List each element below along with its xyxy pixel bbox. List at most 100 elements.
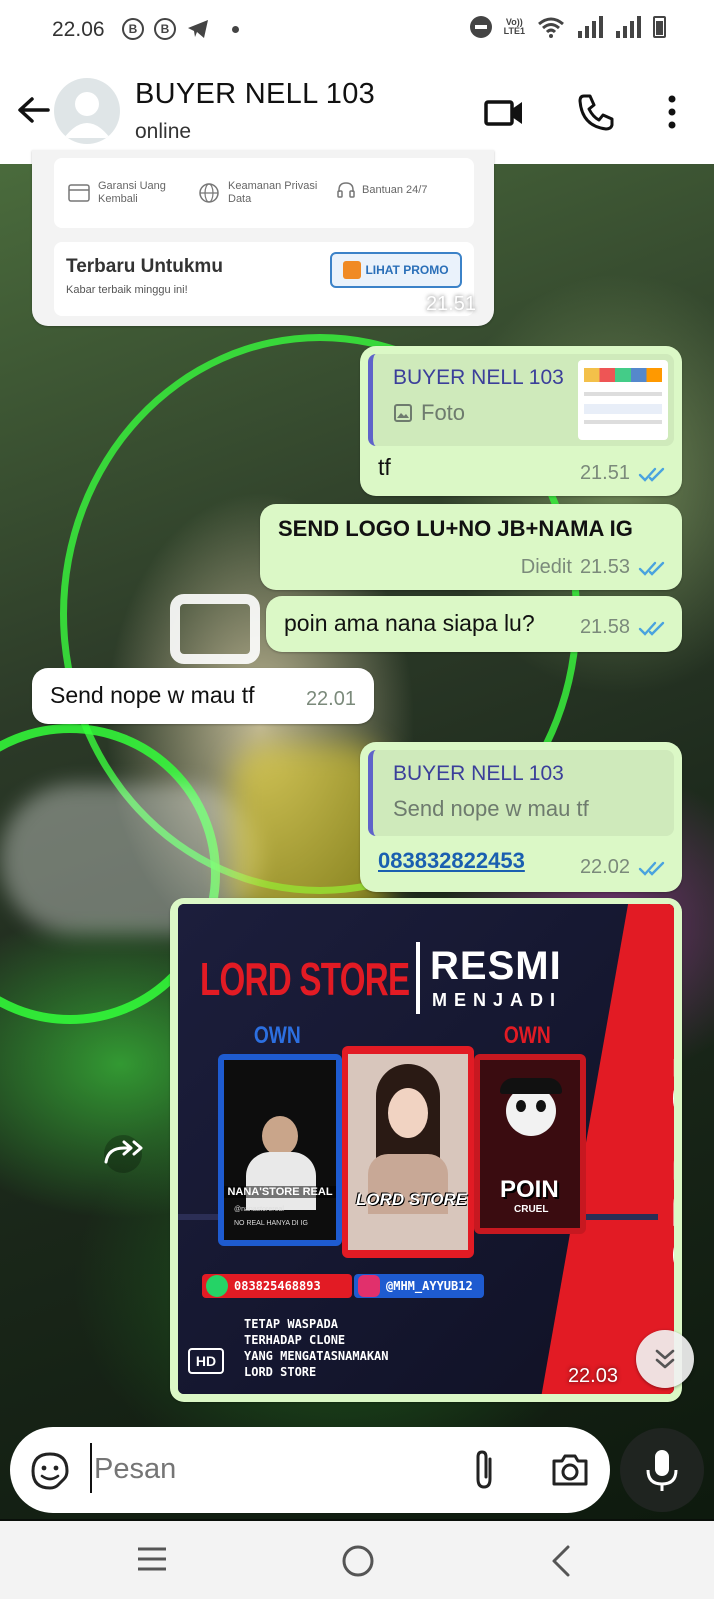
outgoing-message[interactable]: SEND LOGO LU+NO JB+NAMA IG Diedit 21.53 (260, 504, 682, 590)
promo-feature: Keamanan Privasi Data (198, 180, 328, 206)
quoted-thumbnail (578, 360, 668, 440)
message-time: 21.58 (579, 616, 630, 638)
owner-card-photo: POIN CRUEL (480, 1060, 580, 1228)
person-body (246, 1152, 316, 1210)
poster-subheadline: MENJADI (432, 990, 563, 1010)
card-icon (68, 184, 90, 202)
thumbnail-row (584, 404, 662, 414)
poster-instagram: @MHM_AYYUB12 (386, 1279, 473, 1293)
back-arrow-icon[interactable] (14, 90, 54, 130)
poster-warning: TETAP WASPADA TERHADAP CLONE YANG MENGAT… (244, 1316, 389, 1380)
message-meta: 22.01 (306, 688, 356, 711)
globe-icon (199, 183, 219, 203)
owner-card-handle: @nanastorereal (234, 1206, 284, 1213)
owner-card-photo: LORD STORE (348, 1054, 468, 1250)
image-message[interactable]: LORD STORE RESMI MENJADI OWN OWN NANA'ST… (170, 898, 682, 1402)
outgoing-message[interactable]: BUYER NELL 103 Send nope w mau tf 083832… (360, 742, 682, 892)
promo-feature-label: Garansi Uang Kembali (98, 180, 166, 205)
promo-feature-row: Garansi Uang Kembali Keamanan Privasi Da… (54, 158, 474, 228)
message-meta: 21.58 (580, 616, 668, 639)
sticker-icon[interactable] (30, 1451, 70, 1491)
thumbnail-row (584, 420, 662, 424)
voice-message-button[interactable] (620, 1428, 704, 1512)
read-ticks-icon (638, 467, 665, 482)
outgoing-message[interactable]: BUYER NELL 103 Foto tf 21.51 (360, 346, 682, 496)
lihat-promo-button[interactable]: LIHAT PROMO (330, 252, 462, 288)
outgoing-message[interactable]: poin ama nana siapa lu? 21.58 (266, 596, 682, 652)
hd-badge: HD (188, 1348, 224, 1374)
lihat-promo-label: LIHAT PROMO (365, 263, 449, 277)
message-meta: 21.51 (580, 462, 668, 485)
poster-warning-line: LORD STORE (244, 1365, 317, 1379)
promo-image-message[interactable]: Garansi Uang Kembali Keamanan Privasi Da… (32, 150, 494, 326)
incoming-message[interactable]: Send nope w mau tf 22.01 (32, 668, 374, 724)
scroll-to-bottom-button[interactable] (636, 1330, 694, 1388)
message-time: 22.03 (567, 1365, 618, 1387)
message-text: tf (378, 454, 391, 480)
battery-icon (653, 16, 666, 38)
message-input[interactable] (94, 1447, 434, 1491)
signal-icon (616, 16, 641, 38)
forward-icon[interactable] (100, 1134, 146, 1174)
quoted-message[interactable]: BUYER NELL 103 Foto (368, 354, 674, 446)
phone-link[interactable]: 083832822453 (378, 848, 525, 874)
instagram-pill: @MHM_AYYUB12 (354, 1274, 484, 1298)
gift-icon (343, 261, 362, 279)
contact-name[interactable]: BUYER NELL 103 (135, 78, 375, 111)
attach-icon[interactable] (466, 1449, 502, 1491)
quoted-message[interactable]: BUYER NELL 103 Send nope w mau tf (368, 750, 674, 836)
photo-icon (394, 404, 412, 422)
read-ticks-icon (638, 861, 665, 876)
camera-icon[interactable] (550, 1451, 590, 1489)
poster-warning-line: YANG MENGATASNAMAKAN (244, 1349, 389, 1363)
dnd-icon (469, 16, 492, 38)
volte-line2: LTE1 (503, 26, 525, 36)
owner-card-name: NANA'STORE REAL (224, 1186, 336, 1198)
double-chevron-down-icon (655, 1349, 675, 1369)
thumbnail-row (584, 392, 662, 396)
recent-apps-icon[interactable] (134, 1543, 170, 1575)
telegram-icon (188, 20, 208, 38)
message-meta: 22.02 (580, 856, 668, 879)
owner-card-right: POIN CRUEL (474, 1054, 586, 1234)
message-text: SEND LOGO LU+NO JB+NAMA IG (278, 516, 633, 541)
message-time: 21.53 (579, 556, 630, 578)
nav-back-icon[interactable] (546, 1541, 578, 1581)
poster-phone: 083825468893 (234, 1279, 321, 1293)
more-options-icon[interactable] (650, 90, 694, 134)
poster-headline: RESMI (430, 944, 562, 988)
owner-card-name: LORD STORE (356, 1190, 468, 1209)
default-avatar-icon (64, 92, 110, 138)
poster-warning-line: TERHADAP CLONE (244, 1333, 346, 1347)
status-time: 22.06 (52, 18, 105, 41)
text-cursor (90, 1443, 92, 1493)
b-icon: B (154, 18, 176, 40)
mask-eye (516, 1100, 526, 1112)
mic-icon (646, 1450, 678, 1491)
promo-news-card: Terbaru Untukmu Kabar terbaik minggu ini… (54, 242, 474, 316)
message-text: poin ama nana siapa lu? (284, 610, 535, 636)
promo-feature: Bantuan 24/7 (336, 180, 427, 200)
promo-subtitle: Kabar terbaik minggu ini! (66, 284, 188, 296)
home-icon[interactable] (338, 1541, 378, 1581)
own-label-right: OWN (503, 1022, 551, 1049)
b-icon: B (122, 18, 144, 40)
message-time: 21.51 (579, 462, 630, 484)
quoted-text: Send nope w mau tf (393, 796, 589, 821)
system-nav-bar (0, 1521, 714, 1599)
wifi-icon (538, 17, 564, 38)
wallpaper-outline (170, 594, 260, 664)
owner-card-bottom: NO REAL HANYA DI IG (234, 1220, 308, 1227)
avatar[interactable] (54, 78, 120, 144)
edited-label: Diedit (520, 556, 572, 578)
quoted-sender: BUYER NELL 103 (393, 366, 564, 389)
whatsapp-pill: 083825468893 (202, 1274, 352, 1298)
promo-feature-label: Keamanan Privasi Data (228, 180, 318, 205)
voice-call-icon[interactable] (574, 90, 618, 134)
thumbnail-row (584, 368, 662, 382)
message-text: Send nope w mau tf (50, 682, 255, 708)
signal-icon (578, 16, 603, 38)
video-call-icon[interactable] (482, 90, 526, 134)
owner-card-photo: NANA'STORE REAL @nanastorereal NO REAL H… (224, 1060, 336, 1240)
promo-feature: Garansi Uang Kembali (68, 180, 178, 206)
